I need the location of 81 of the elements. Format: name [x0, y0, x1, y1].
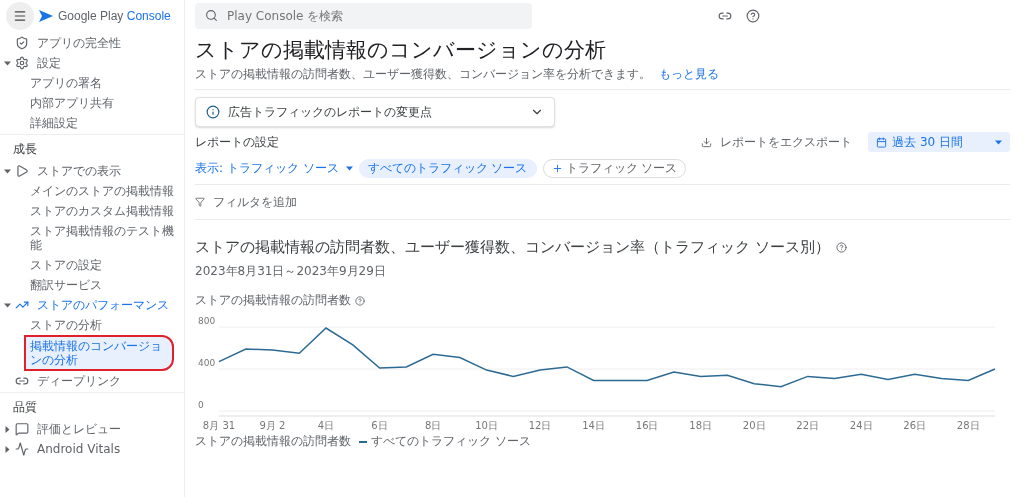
learn-more-link[interactable]: もっと見る [659, 67, 719, 81]
report-settings-heading: レポートの設定 [195, 133, 279, 151]
nav-icon [15, 422, 29, 436]
legend-item: すべてのトラフィック ソース [359, 433, 531, 450]
help-icon[interactable] [746, 9, 760, 23]
y-tick-label: 400 [198, 358, 216, 368]
chart-title: ストアの掲載情報の訪問者数 [195, 292, 351, 309]
nav-section-heading: 品質 [12, 399, 38, 416]
y-tick-label: 0 [198, 400, 204, 410]
download-icon [701, 136, 713, 148]
x-tick-label: 22日 [796, 420, 820, 431]
nav-subitem[interactable]: アプリの署名 [0, 73, 184, 93]
nav-item[interactable]: Android Vitals [0, 439, 184, 459]
nav-subitem[interactable]: 内部アプリ共有 [0, 93, 184, 113]
nav-icon [15, 164, 29, 178]
caret-down-icon [3, 301, 11, 309]
nav-subitem[interactable]: ストア掲載情報のテスト機能 [0, 221, 184, 255]
x-tick-label: 16日 [635, 420, 659, 431]
nav-icon [15, 36, 29, 50]
caret-down-icon [995, 138, 1002, 146]
caret-down-icon [3, 167, 11, 175]
nav-subitem[interactable]: ストアの設定 [0, 255, 184, 275]
nav-item[interactable]: ストアのパフォーマンス [0, 295, 184, 315]
nav-subitem[interactable]: ストアの分析 [0, 315, 184, 335]
nav-item[interactable]: 評価とレビュー [0, 419, 184, 439]
nav-subitem[interactable]: 掲載情報のコンバージョンの分析 [24, 335, 174, 371]
x-tick-label: 14日 [582, 420, 605, 431]
x-tick-label: 6日 [371, 420, 388, 431]
x-tick-label: 8月 31 [202, 420, 236, 431]
brand-name: Google Play Console [58, 9, 171, 23]
plus-icon [551, 162, 563, 174]
nav-subitem[interactable]: メインのストアの掲載情報 [0, 181, 184, 201]
x-tick-label: 28日 [956, 420, 980, 431]
play-console-logo-icon [38, 9, 54, 23]
x-tick-label: 24日 [849, 420, 873, 431]
nav-item[interactable]: 設定 [0, 53, 184, 73]
nav-item[interactable]: アプリの完全性 [0, 33, 184, 53]
page-title: ストアの掲載情報のコンバージョンの分析 [195, 37, 607, 64]
filter-icon [195, 197, 205, 207]
caret-down-icon [345, 164, 353, 172]
caret-down-icon [3, 59, 11, 67]
nav-icon [15, 374, 29, 388]
export-button[interactable]: レポートをエクスポート [695, 132, 859, 152]
view-selector[interactable]: 表示: トラフィック ソース [195, 159, 353, 177]
x-tick-label: 8日 [424, 420, 442, 431]
add-filter-button[interactable]: フィルタを追加 [195, 185, 1010, 219]
nav-icon [15, 56, 29, 70]
search-field[interactable]: Play Console を検索 [195, 3, 532, 29]
date-range-text: 2023年8月31日～2023年9月29日 [195, 263, 387, 280]
x-tick-label: 26日 [903, 420, 927, 431]
page-subtitle: ストアの掲載情報の訪問者数、ユーザー獲得数、コンバージョン率を分析できます。 もっと見る [195, 66, 720, 83]
caret-right-icon [3, 425, 11, 433]
nav-subitem[interactable]: 翻訳サービス [0, 275, 184, 295]
x-tick-label: 10日 [475, 420, 498, 431]
nav-section-heading: 成長 [12, 141, 38, 158]
help-icon[interactable] [835, 242, 847, 253]
date-range-button[interactable]: 過去 30 日間 [868, 132, 1010, 152]
x-tick-label: 18日 [689, 420, 712, 431]
calendar-icon [876, 136, 888, 148]
menu-button[interactable] [6, 2, 34, 30]
nav-item[interactable]: ディープリンク [0, 371, 184, 391]
traffic-source-chip[interactable]: すべてのトラフィック ソース [358, 158, 537, 178]
info-icon [206, 105, 220, 119]
x-tick-label: 12日 [528, 420, 552, 431]
x-tick-label: 9月 2 [259, 420, 286, 431]
x-tick-label: 4日 [317, 420, 335, 431]
nav-item[interactable]: ストアでの表示 [0, 161, 184, 181]
caret-right-icon [3, 445, 11, 453]
link-icon[interactable] [718, 9, 732, 23]
nav-subitem[interactable]: 詳細設定 [0, 113, 184, 133]
menu-icon [13, 9, 27, 23]
nav-subitem[interactable]: ストアのカスタム掲載情報 [0, 201, 184, 221]
search-icon [205, 9, 218, 22]
section-title: ストアの掲載情報の訪問者数、ユーザー獲得数、コンバージョン率（トラフィック ソース別） [195, 238, 830, 257]
x-tick-label: 20日 [742, 420, 766, 431]
nav-icon [15, 442, 29, 456]
notice-card[interactable]: 広告トラフィックのレポートの変更点 [195, 97, 555, 127]
y-tick-label: 800 [198, 316, 216, 326]
help-icon[interactable] [355, 295, 365, 306]
legend-label: ストアの掲載情報の訪問者数 [195, 433, 351, 450]
add-traffic-source-chip[interactable]: トラフィック ソース [542, 158, 687, 178]
